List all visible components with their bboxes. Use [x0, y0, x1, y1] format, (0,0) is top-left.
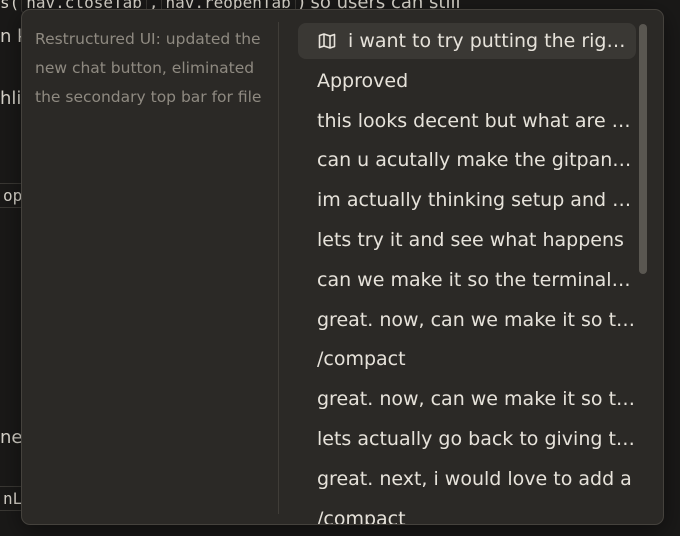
- history-item[interactable]: this looks decent but what are the optio…: [298, 103, 636, 139]
- conversation-summary: Restructured UI: updated the new chat bu…: [35, 30, 262, 106]
- history-item-label: /compact: [317, 507, 406, 524]
- background-line: hli: [0, 88, 22, 109]
- history-item-label: great. now, can we make it so the: [317, 388, 636, 411]
- history-item[interactable]: lets try it and see what happens: [298, 222, 636, 258]
- history-item[interactable]: can u acutally make the gitpanel wider: [298, 142, 636, 178]
- history-item-label: /compact: [317, 348, 406, 371]
- map-icon: [318, 33, 336, 49]
- history-item-label: great. next, i would love to add a: [317, 467, 632, 490]
- history-item-label: lets try it and see what happens: [317, 228, 624, 251]
- message-history-list[interactable]: i want to try putting the right sidebar …: [298, 23, 636, 524]
- history-item[interactable]: /compact: [298, 341, 636, 377]
- divider: [278, 22, 279, 514]
- history-item-label: im actually thinking setup and config: [317, 189, 636, 212]
- history-item[interactable]: great. now, can we make it so the: [298, 381, 636, 417]
- history-item[interactable]: Approved: [298, 63, 636, 99]
- history-item[interactable]: /compact: [298, 501, 636, 524]
- history-item[interactable]: lets actually go back to giving the: [298, 421, 636, 457]
- history-item-label: can we make it so the terminal opens: [317, 268, 636, 291]
- history-item[interactable]: great. now, can we make it so the tabs: [298, 302, 636, 338]
- history-item-label: can u acutally make the gitpanel wider: [317, 149, 636, 172]
- chat-history-popover: Restructured UI: updated the new chat bu…: [21, 9, 664, 525]
- history-item-label: great. now, can we make it so the tabs: [317, 308, 636, 331]
- history-item[interactable]: great. next, i would love to add a: [298, 461, 636, 497]
- background-text: s(: [0, 0, 20, 12]
- history-item-selected[interactable]: i want to try putting the right sidebar …: [298, 23, 636, 59]
- history-item-label: this looks decent but what are the optio…: [317, 109, 636, 132]
- history-item[interactable]: can we make it so the terminal opens: [298, 262, 636, 298]
- history-item[interactable]: im actually thinking setup and config: [298, 182, 636, 218]
- scrollbar-thumb[interactable]: [639, 24, 647, 274]
- history-item-label: lets actually go back to giving the: [317, 427, 636, 450]
- history-item-label: i want to try putting the right sidebar …: [348, 30, 636, 52]
- history-item-label: Approved: [317, 69, 409, 92]
